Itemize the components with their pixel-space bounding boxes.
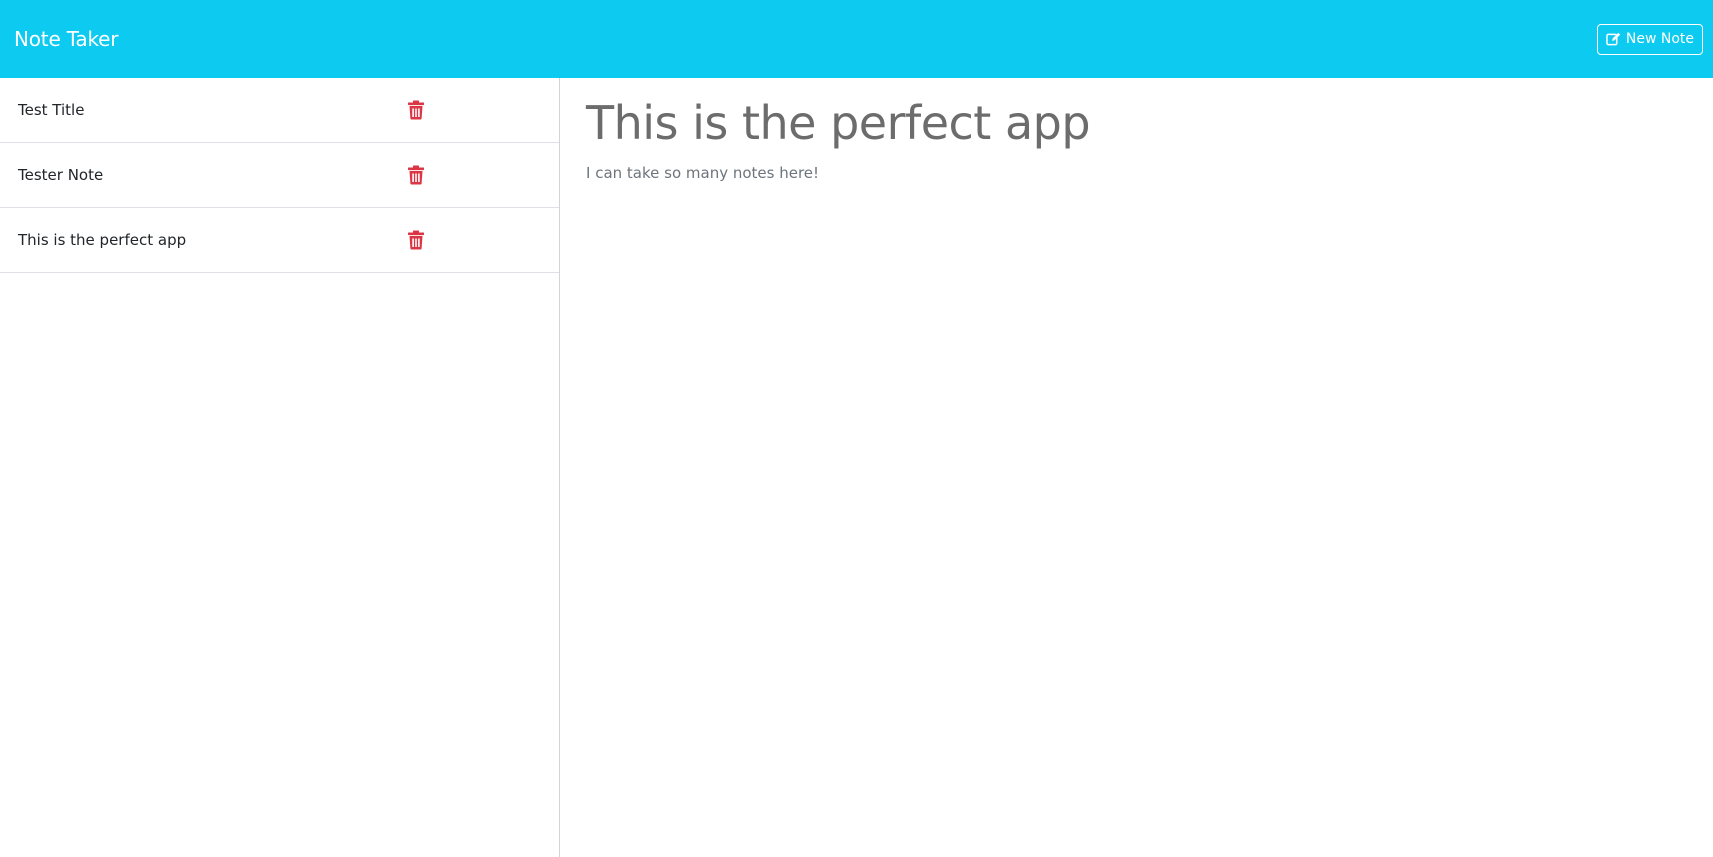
notes-sidebar: Test Title Tester Note This is the perfe… [0,78,560,857]
trash-icon[interactable] [408,100,424,120]
navbar: Note Taker New Note [0,0,1713,78]
list-item[interactable]: Test Title [0,78,559,143]
note-title: This is the perfect app [18,231,187,249]
app-brand[interactable]: Note Taker [14,27,118,51]
list-item[interactable]: This is the perfect app [0,208,559,273]
list-item[interactable]: Tester Note [0,143,559,208]
note-title: Test Title [18,101,85,119]
note-editor: This is the perfect app I can take so ma… [560,78,1713,857]
note-title-field[interactable]: This is the perfect app [586,92,1687,154]
trash-icon[interactable] [408,165,424,185]
edit-icon [1606,32,1621,46]
trash-icon[interactable] [408,230,424,250]
note-text-field[interactable]: I can take so many notes here! [586,164,1687,182]
note-list: Test Title Tester Note This is the perfe… [0,78,559,273]
new-note-label: New Note [1625,31,1694,47]
new-note-button[interactable]: New Note [1596,23,1703,55]
note-title: Tester Note [18,166,104,184]
